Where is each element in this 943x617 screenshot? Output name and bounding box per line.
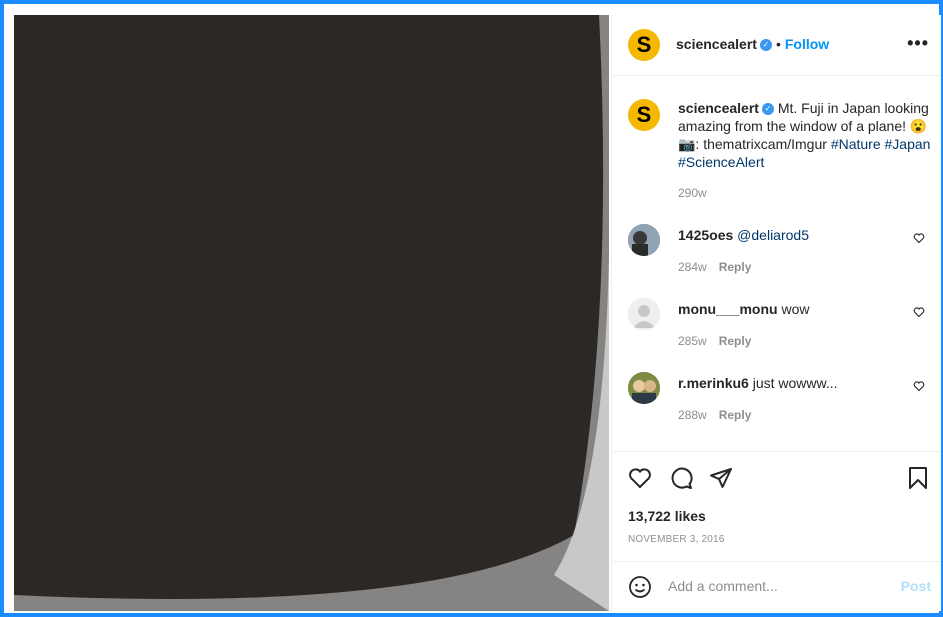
comment-body: monu___monu wow <box>678 300 908 318</box>
avatar-photo-icon <box>628 372 660 404</box>
like-comment-heart-icon[interactable] <box>913 380 925 392</box>
separator-dot: • <box>775 36 781 52</box>
avatar-photo-icon <box>628 224 660 256</box>
comment-username[interactable]: 1425oes <box>678 227 733 243</box>
like-heart-icon[interactable] <box>628 466 652 490</box>
verified-badge-icon: ✓ <box>759 38 772 51</box>
comment-meta: 288w Reply <box>678 408 751 422</box>
caption-credit: 📷: thematrixcam/Imgur <box>678 136 827 152</box>
commenter-avatar[interactable] <box>628 224 660 256</box>
more-options-icon[interactable]: ••• <box>907 33 929 54</box>
reply-button[interactable]: Reply <box>719 408 752 422</box>
comment-text[interactable]: @deliarod5 <box>737 227 809 243</box>
post-actions: 13,722 likes NOVEMBER 3, 2016 <box>612 451 941 562</box>
instagram-post-frame: S sciencealert ✓ • Follow ••• S sciencealer… <box>0 0 943 617</box>
caption-verified-badge-icon: ✓ <box>761 103 774 116</box>
post-comment-button[interactable]: Post <box>901 578 931 594</box>
caption-username[interactable]: sciencealert <box>678 100 759 116</box>
comment-body: r.merinku6 just wowww... <box>678 374 908 392</box>
post-photo[interactable] <box>14 15 609 611</box>
hashtag-sciencealert[interactable]: #ScienceAlert <box>678 154 764 170</box>
comment-text: just wowww... <box>752 375 838 391</box>
header-username[interactable]: sciencealert <box>676 36 757 52</box>
comment-bubble-icon[interactable] <box>669 466 693 490</box>
reply-button[interactable]: Reply <box>719 334 752 348</box>
header-author-line: sciencealert ✓ • Follow <box>676 36 829 54</box>
author-avatar[interactable]: S <box>628 29 660 61</box>
comment-username[interactable]: r.merinku6 <box>678 375 749 391</box>
caption-timestamp[interactable]: 290w <box>678 186 707 200</box>
likes-count[interactable]: 13,722 likes <box>628 508 706 524</box>
share-paper-plane-icon[interactable] <box>709 466 733 490</box>
fuji-from-plane-image <box>14 15 609 611</box>
add-comment-bar: Add a comment... Post <box>612 561 941 612</box>
post-date: NOVEMBER 3, 2016 <box>628 534 725 545</box>
caption-logo-letter: S <box>636 102 652 127</box>
hashtag-nature[interactable]: #Nature <box>831 136 881 152</box>
caption-author-avatar[interactable]: S <box>628 99 660 131</box>
comment-time[interactable]: 284w <box>678 260 707 274</box>
comment-meta: 284w Reply <box>678 260 751 274</box>
comment-time[interactable]: 288w <box>678 408 707 422</box>
hashtag-japan[interactable]: #Japan <box>885 136 931 152</box>
post-caption: sciencealert ✓ Mt. Fuji in Japan looking … <box>678 99 934 171</box>
comment-body: 1425oes @deliarod5 <box>678 226 908 244</box>
comment-username[interactable]: monu___monu <box>678 301 778 317</box>
commenter-avatar[interactable] <box>628 298 660 330</box>
emoji-smiley-icon[interactable] <box>628 575 652 599</box>
commenter-avatar[interactable] <box>628 372 660 404</box>
comment-time[interactable]: 285w <box>678 334 707 348</box>
post-side-panel: S sciencealert ✓ • Follow ••• S sciencealer… <box>611 15 941 611</box>
like-comment-heart-icon[interactable] <box>913 306 925 318</box>
like-comment-heart-icon[interactable] <box>913 232 925 244</box>
default-avatar-icon <box>628 298 660 330</box>
comment-meta: 285w Reply <box>678 334 751 348</box>
follow-button[interactable]: Follow <box>785 36 829 52</box>
comment-input[interactable]: Add a comment... <box>668 578 778 594</box>
save-bookmark-icon[interactable] <box>907 466 929 490</box>
post-header: S sciencealert ✓ • Follow ••• <box>612 15 941 76</box>
reply-button[interactable]: Reply <box>719 260 752 274</box>
author-logo-letter: S <box>636 32 652 57</box>
comment-text: wow <box>781 301 810 317</box>
